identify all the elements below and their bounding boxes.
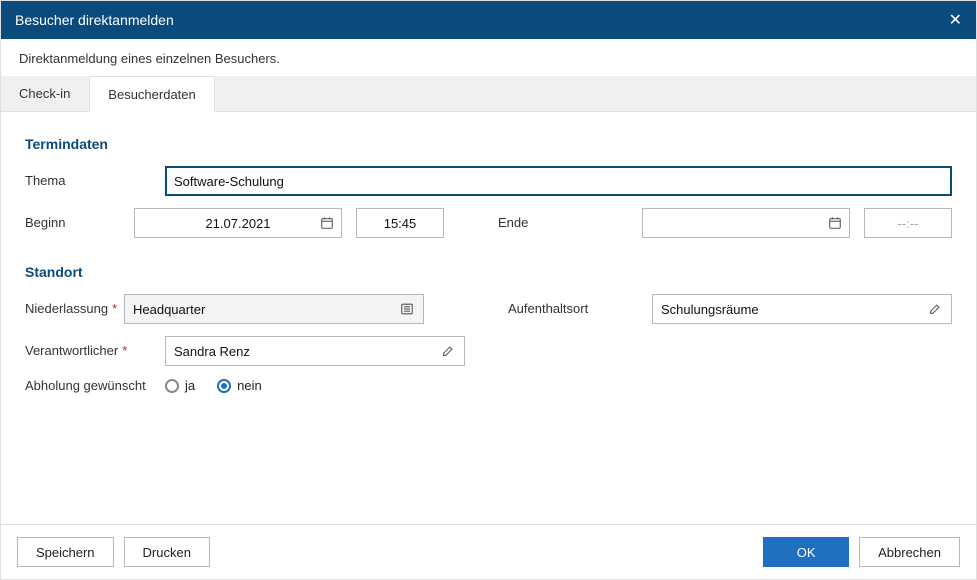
content-area: Termindaten Thema Software-Schulung Begi… xyxy=(1,112,976,524)
value-ende-time: --:-- xyxy=(873,216,943,231)
abbrechen-button[interactable]: Abbrechen xyxy=(859,537,960,567)
radio-abholung-ja[interactable]: ja xyxy=(165,378,195,393)
label-niederlassung: Niederlassung * xyxy=(25,301,124,317)
tab-checkin[interactable]: Check-in xyxy=(1,76,89,111)
ok-button[interactable]: OK xyxy=(763,537,849,567)
edit-icon[interactable] xyxy=(927,301,943,317)
radio-dot xyxy=(217,379,231,393)
label-aufenthaltsort: Aufenthaltsort xyxy=(508,301,638,317)
input-thema[interactable]: Software-Schulung xyxy=(165,166,952,196)
calendar-icon[interactable] xyxy=(827,215,843,231)
titlebar: Besucher direktanmelden ✕ xyxy=(1,1,976,39)
tabs: Check-in Besucherdaten xyxy=(1,76,976,112)
label-beginn: Beginn xyxy=(25,215,134,231)
input-thema-value: Software-Schulung xyxy=(174,174,943,189)
radio-abholung-nein[interactable]: nein xyxy=(217,378,262,393)
dialog-title: Besucher direktanmelden xyxy=(15,12,174,28)
label-thema: Thema xyxy=(25,173,165,189)
section-termindaten-title: Termindaten xyxy=(25,136,952,152)
value-aufenthaltsort: Schulungsräume xyxy=(661,302,927,317)
input-aufenthaltsort[interactable]: Schulungsräume xyxy=(652,294,952,324)
drucken-button[interactable]: Drucken xyxy=(124,537,210,567)
value-verantwortlicher: Sandra Renz xyxy=(174,344,440,359)
input-verantwortlicher[interactable]: Sandra Renz xyxy=(165,336,465,366)
row-abholung: Abholung gewünscht ja nein xyxy=(25,378,952,395)
label-abholung: Abholung gewünscht xyxy=(25,378,165,395)
label-ende: Ende xyxy=(498,215,628,231)
row-beginn-ende: Beginn 21.07.2021 15:45 Ende xyxy=(25,208,952,238)
tab-besucherdaten[interactable]: Besucherdaten xyxy=(89,76,214,112)
input-ende-time[interactable]: --:-- xyxy=(864,208,952,238)
required-marker: * xyxy=(122,343,127,359)
row-thema: Thema Software-Schulung xyxy=(25,166,952,196)
radio-dot xyxy=(165,379,179,393)
calendar-icon[interactable] xyxy=(319,215,335,231)
footer: Speichern Drucken OK Abbrechen xyxy=(1,524,976,579)
value-beginn-date: 21.07.2021 xyxy=(143,216,333,231)
dialog-subtitle: Direktanmeldung eines einzelnen Besucher… xyxy=(1,39,976,76)
dialog-besucher-direktanmelden: Besucher direktanmelden ✕ Direktanmeldun… xyxy=(0,0,977,580)
edit-icon[interactable] xyxy=(440,343,456,359)
radio-label-ja: ja xyxy=(185,378,195,393)
required-marker: * xyxy=(112,301,117,317)
row-niederlassung: Niederlassung * Headquarter Aufenthaltso… xyxy=(25,294,952,324)
input-ende-date[interactable] xyxy=(642,208,850,238)
radio-label-nein: nein xyxy=(237,378,262,393)
speichern-button[interactable]: Speichern xyxy=(17,537,114,567)
section-standort-title: Standort xyxy=(25,264,952,280)
input-beginn-date[interactable]: 21.07.2021 xyxy=(134,208,342,238)
list-icon[interactable] xyxy=(399,301,415,317)
value-beginn-time: 15:45 xyxy=(365,216,435,231)
input-niederlassung[interactable]: Headquarter xyxy=(124,294,424,324)
label-verantwortlicher: Verantwortlicher * xyxy=(25,343,165,359)
input-beginn-time[interactable]: 15:45 xyxy=(356,208,444,238)
row-verantwortlicher: Verantwortlicher * Sandra Renz xyxy=(25,336,952,366)
close-icon[interactable]: ✕ xyxy=(949,10,962,30)
radio-group-abholung: ja nein xyxy=(165,378,262,393)
value-niederlassung: Headquarter xyxy=(133,302,399,317)
